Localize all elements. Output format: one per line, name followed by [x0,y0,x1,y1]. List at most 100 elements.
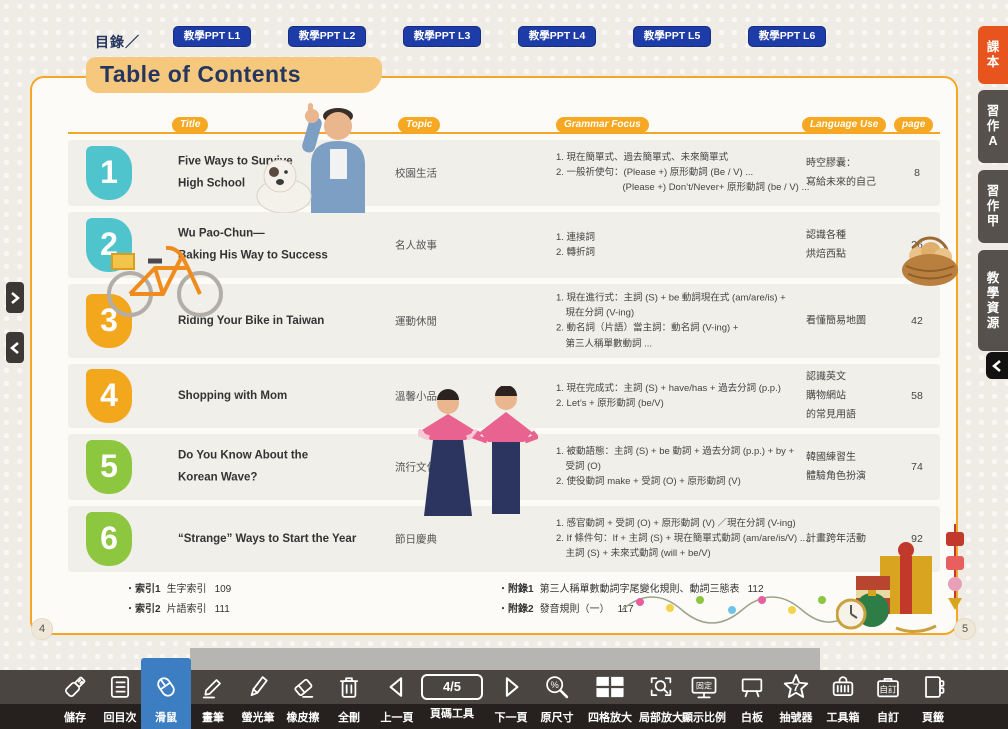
unit-topic: 名人故事 [395,238,485,253]
unit-title: Five Ways to Survive High School [178,151,388,196]
custom-tool-button[interactable]: 自訂 自訂 [865,670,911,729]
percent-glyph: % [551,680,559,690]
unit-language-use: 認識各種 烘焙西點 [806,226,898,264]
tab-workbook-a[interactable]: 習作A [978,90,1008,163]
star-number-icon: 7 [781,672,811,702]
unit-language-use: 看懂簡易地圖 [806,312,898,331]
unit-title: Do You Know About the Korean Wave? [178,445,388,490]
pen-tool-button[interactable]: 畫筆 [190,670,236,729]
quad-zoom-button[interactable]: 四格放大 [584,670,636,729]
fixed-glyph: 固定 [696,681,712,691]
ppt-button-l5[interactable]: 教學PPT L5 [633,26,711,47]
appendix-label: 附錄1 [508,584,534,595]
ppt-button-l1[interactable]: 教學PPT L1 [173,26,251,47]
column-header-page: page [894,117,933,133]
page-tab-icon [919,673,947,701]
mouse-icon [152,673,180,701]
chevron-right-icon [10,291,20,305]
ppt-button-l2[interactable]: 教學PPT L2 [288,26,366,47]
eraser-tool-button[interactable]: 橡皮擦 [280,670,326,729]
save-button[interactable]: 儲存 [52,670,98,729]
unit-grammar-focus: 1. 被動語態：主詞 (S) + be 動詞 + 過去分詞 (p.p.) + b… [556,444,816,490]
table-row[interactable]: 3 Riding Your Bike in Taiwan 運動休閒 1. 現在進… [68,284,940,358]
tab-textbook[interactable]: 課本 [978,26,1008,84]
expand-left-panel-button[interactable] [6,282,24,313]
table-row[interactable]: 4 Shopping with Mom 溫馨小品 1. 現在完成式：主詞 (S)… [68,364,940,428]
index-label: 索引2 [135,604,161,615]
ebook-reader: { "colors": { "accent_orange": "#f5a623"… [0,0,1008,729]
tool-label: 儲存 [64,704,86,729]
tab-label: 課本 [986,40,1001,70]
page-tabs-button[interactable]: 頁籤 [910,670,956,729]
number-glyph: 7 [793,682,799,694]
unit-page-number: 58 [894,390,940,402]
next-triangle-icon [497,673,525,701]
tool-label: 滑鼠 [155,704,177,729]
tool-label: 工具箱 [827,704,860,729]
unit-grammar-focus: 1. 現在簡單式、過去簡單式、未來簡單式 2. 一般祈使句：(Please +)… [556,150,816,196]
highlighter-icon [244,673,272,701]
collapse-panel-button[interactable] [986,352,1008,379]
back-to-toc-button[interactable]: 回目次 [97,670,143,729]
collapse-left-panel-button[interactable] [6,332,24,363]
unit-number: 3 [86,294,132,348]
ppt-button-l4[interactable]: 教學PPT L4 [518,26,596,47]
page-title: Table of Contents [86,57,382,93]
unit-topic: 校園生活 [395,166,485,181]
index-entry: ・索引1生字索引109 [125,580,231,595]
custom-glyph: 自訂 [879,683,897,694]
column-header-grammar: Grammar Focus [556,117,649,133]
toolbox-button[interactable]: 工具箱 [820,670,866,729]
tool-label: 原尺寸 [541,704,574,729]
index-page: 111 [215,604,230,615]
monitor-fixed-icon: 固定 [689,673,719,701]
unit-grammar-focus: 1. 感官動詞 + 受詞 (O) + 原形動詞 (V) ／現在分詞 (V-ing… [556,516,816,562]
tool-label: 畫筆 [202,704,224,729]
table-row[interactable]: 1 Five Ways to Survive High School 校園生活 … [68,140,940,206]
unit-language-use: 時空膠囊： 寫給未來的自己 [806,154,898,192]
display-ratio-button[interactable]: 固定 顯示比例 [679,670,729,729]
ppt-button-l3[interactable]: 教學PPT L3 [403,26,481,47]
index-text: 生字索引 [167,584,207,595]
next-page-button[interactable]: 下一頁 [488,670,534,729]
page-indicator-box[interactable]: 4/5 [421,674,483,700]
delete-all-button[interactable]: 全刪 [326,670,372,729]
unit-topic: 流行文化 [395,460,485,475]
index-page: 109 [215,584,232,595]
zoom-percent-icon: % [543,673,571,701]
tab-workbook-jia[interactable]: 習作甲 [978,170,1008,243]
appendix-page: 117 [618,604,634,615]
whiteboard-button[interactable]: 白板 [729,670,775,729]
index-entry: ・索引2片語索引111 [125,600,230,615]
unit-page-number: 92 [894,533,940,545]
tab-teaching-resources[interactable]: 教學資源 [978,250,1008,351]
previous-page-button[interactable]: 上一頁 [374,670,420,729]
custom-briefcase-icon: 自訂 [874,673,902,701]
unit-language-use: 認識英文 購物網站 的常見用語 [806,368,898,425]
book-page-number-left: 4 [31,618,53,640]
tool-label: 上一頁 [381,704,414,729]
usb-save-icon [61,673,89,701]
highlighter-tool-button[interactable]: 螢光筆 [235,670,281,729]
ppt-button-l6[interactable]: 教學PPT L6 [748,26,826,47]
table-row[interactable]: 2 Wu Pao-Chun— Baking His Way to Success… [68,212,940,278]
number-picker-button[interactable]: 7 抽號器 [773,670,819,729]
whiteboard-icon [738,673,766,701]
table-row[interactable]: 6 “Strange” Ways to Start the Year 節日慶典 … [68,506,940,572]
index-label: 索引1 [135,584,161,595]
mouse-tool-button[interactable]: 滑鼠 [141,658,191,729]
toc-document-icon [106,673,134,701]
page-number-tool[interactable]: 4/5 頁碼工具 [420,670,484,729]
trash-icon [335,673,363,701]
pen-icon [199,673,227,701]
tool-label: 全刪 [338,704,360,729]
original-size-button[interactable]: % 原尺寸 [534,670,580,729]
unit-title: “Strange” Ways to Start the Year [178,528,388,550]
unit-number: 1 [86,146,132,200]
tool-label: 四格放大 [588,704,632,729]
chevron-left-icon [10,341,20,355]
unit-title: Shopping with Mom [178,385,388,407]
unit-topic: 溫馨小品 [395,389,485,404]
table-row[interactable]: 5 Do You Know About the Korean Wave? 流行文… [68,434,940,500]
eraser-icon [289,673,317,701]
